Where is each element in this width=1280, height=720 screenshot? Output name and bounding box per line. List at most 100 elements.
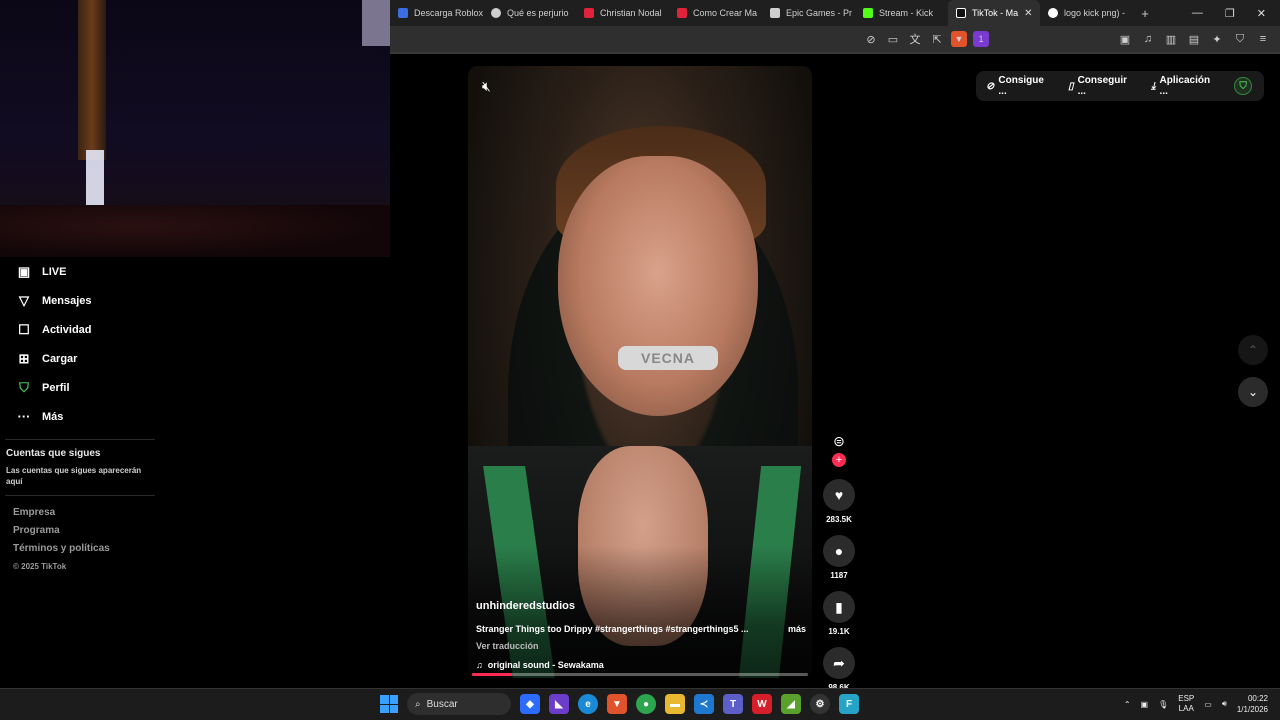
brave-shield-icon[interactable]: ▼: [948, 28, 970, 50]
get-app-button[interactable]: ▯ Conseguir ...: [1068, 75, 1137, 97]
mute-icon[interactable]: 🔇︎: [482, 78, 491, 95]
no-signal-icon[interactable]: ⊘: [860, 28, 882, 50]
microphone-icon[interactable]: 🎙︎: [1158, 700, 1168, 709]
close-tab-icon[interactable]: ✕: [1024, 8, 1032, 19]
sidebar-item-activity[interactable]: ☐ Actividad: [0, 315, 160, 344]
comment-icon: ●: [834, 543, 844, 559]
system-tray: ⌃ ▣ 🎙︎ ESP LAA ▭ 🔊︎ 00:22 1/1/2026: [1124, 693, 1268, 715]
sidebar-item-profile[interactable]: ⛉ Perfil: [0, 373, 160, 402]
translate-icon[interactable]: 文: [904, 28, 926, 50]
visual-studio-icon[interactable]: ◣: [549, 694, 569, 714]
next-video-button[interactable]: ⌄: [1238, 377, 1268, 407]
share-button[interactable]: ➦: [823, 647, 855, 679]
copilot-icon[interactable]: ◆: [520, 694, 540, 714]
browser-tab-bar: Descarga Roblox Qué es perjurio Christia…: [390, 0, 1280, 26]
footer-link-terms[interactable]: Términos y políticas: [13, 540, 160, 558]
google-favicon-icon: [1048, 8, 1058, 18]
download-app-button[interactable]: ⤓ Aplicación ...: [1151, 75, 1220, 97]
teams-icon[interactable]: T: [723, 694, 743, 714]
screenshot-icon[interactable]: ▣: [1114, 28, 1136, 50]
tray-app-icon[interactable]: ▣: [1141, 700, 1149, 709]
restore-icon[interactable]: ❐: [1225, 7, 1235, 20]
file-explorer-icon[interactable]: ▬: [665, 694, 685, 714]
brave-rewards-icon[interactable]: 1: [970, 28, 992, 50]
wps-icon[interactable]: W: [752, 694, 772, 714]
leo-ai-icon[interactable]: ✦: [1206, 28, 1228, 50]
tab-christian-nodal[interactable]: Christian Nodal: [576, 0, 669, 26]
vpn-icon[interactable]: ⛉: [1229, 28, 1251, 50]
language-indicator[interactable]: ESP LAA: [1178, 694, 1194, 714]
clock[interactable]: 00:22 1/1/2026: [1237, 693, 1268, 715]
minimize-icon[interactable]: —: [1192, 7, 1203, 20]
translate-link[interactable]: Ver traducción: [476, 641, 806, 651]
network-icon[interactable]: ▭: [1204, 700, 1212, 709]
nvidia-icon[interactable]: ◢: [781, 694, 801, 714]
chrome-icon[interactable]: ●: [636, 694, 656, 714]
settings-icon[interactable]: ⚙: [810, 694, 830, 714]
divider: [5, 495, 155, 496]
sidebar-item-more[interactable]: ··· Más: [0, 402, 160, 431]
tab-tiktok[interactable]: TikTok - Ma ✕: [948, 0, 1040, 26]
tray-chevron-icon[interactable]: ⌃: [1124, 700, 1131, 709]
tab-como-crear[interactable]: Como Crear Ma: [669, 0, 762, 26]
tab-logo-kick[interactable]: logo kick png) -: [1040, 0, 1133, 26]
epic-favicon-icon: [770, 8, 780, 18]
cast-icon[interactable]: ▭: [882, 28, 904, 50]
video-player[interactable]: VECNA 🔇︎ unhinderedstudios Stranger Thin…: [468, 66, 812, 678]
roblox-favicon-icon: [398, 8, 408, 18]
footer-link-company[interactable]: Empresa: [13, 504, 160, 522]
profile-avatar[interactable]: ⛉: [1234, 77, 1252, 95]
sidebar-toggle-icon[interactable]: ▥: [1160, 28, 1182, 50]
tab-kick-stream[interactable]: Stream - Kick: [855, 0, 948, 26]
share-icon[interactable]: ⇱: [926, 28, 948, 50]
top-actions-bar: ⊘ Consigue ... ▯ Conseguir ... ⤓ Aplicación…: [976, 71, 1264, 101]
brave-icon[interactable]: ▼: [607, 694, 627, 714]
video-author[interactable]: unhinderedstudios: [476, 600, 806, 612]
save-count: 19.1K: [828, 627, 850, 636]
youtube-favicon-icon: [584, 8, 594, 18]
save-button[interactable]: ▮: [823, 591, 855, 623]
tab-descarga-roblox[interactable]: Descarga Roblox: [390, 0, 483, 26]
footer-link-program[interactable]: Programa: [13, 522, 160, 540]
edge-icon[interactable]: e: [578, 694, 598, 714]
action-column: ⊜ + ♥ 283.5K ● 1187 ▮ 19.1K ➦ 98.6K: [820, 428, 858, 703]
menu-icon[interactable]: ≡: [1252, 28, 1274, 50]
search-icon: ⌕: [415, 698, 421, 710]
windows-taskbar: ⌕ Buscar ◆ ◣ e ▼ ● ▬ ≺ T W ◢ ⚙ F ⌃ ▣ 🎙︎ E…: [0, 688, 1280, 720]
sound-link[interactable]: ♫ original sound - Sewakama: [476, 660, 806, 670]
follow-button[interactable]: +: [832, 453, 846, 467]
get-coins-button[interactable]: ⊘ Consigue ...: [986, 75, 1054, 97]
close-window-icon[interactable]: ✕: [1257, 7, 1266, 20]
download-icon: ⤓: [1151, 80, 1156, 92]
media-icon[interactable]: ♫: [1137, 28, 1159, 50]
video-progress-bar[interactable]: [472, 673, 808, 676]
tab-epic-games[interactable]: Epic Games - Pr: [762, 0, 855, 26]
vscode-icon[interactable]: ≺: [694, 694, 714, 714]
comment-button[interactable]: ●: [823, 535, 855, 567]
chevron-down-icon: ⌄: [1247, 385, 1259, 399]
app-f-icon[interactable]: F: [839, 694, 859, 714]
share-arrow-icon: ➦: [833, 654, 845, 671]
activity-icon: ☐: [18, 321, 30, 337]
wallet-icon[interactable]: ▤: [1183, 28, 1205, 50]
video-caption: Stranger Things too Drippy #strangerthin…: [476, 624, 749, 634]
creator-avatar[interactable]: ⊜: [824, 428, 854, 454]
search-favicon-icon: [491, 8, 501, 18]
webcam-floor: [0, 205, 390, 257]
sidebar-item-upload[interactable]: ⊞ Cargar: [0, 344, 160, 373]
video-grill-text: VECNA: [618, 346, 718, 370]
like-button[interactable]: ♥: [823, 479, 855, 511]
previous-video-button[interactable]: ⌃: [1238, 335, 1268, 365]
coin-icon: ⊘: [986, 80, 995, 92]
sidebar-item-messages[interactable]: ▽ Mensajes: [0, 286, 160, 315]
live-icon: ▣: [17, 263, 31, 279]
new-tab-button[interactable]: +: [1133, 6, 1157, 21]
kick-favicon-icon: [863, 8, 873, 18]
tab-perjurio[interactable]: Qué es perjurio: [483, 0, 576, 26]
taskbar-search[interactable]: ⌕ Buscar: [407, 693, 511, 715]
sidebar-item-live[interactable]: ▣ LIVE: [0, 257, 160, 286]
start-button[interactable]: [380, 695, 398, 713]
volume-icon[interactable]: 🔊︎: [1222, 699, 1227, 709]
more-link[interactable]: más: [788, 624, 806, 634]
webcam-door: [78, 0, 106, 160]
